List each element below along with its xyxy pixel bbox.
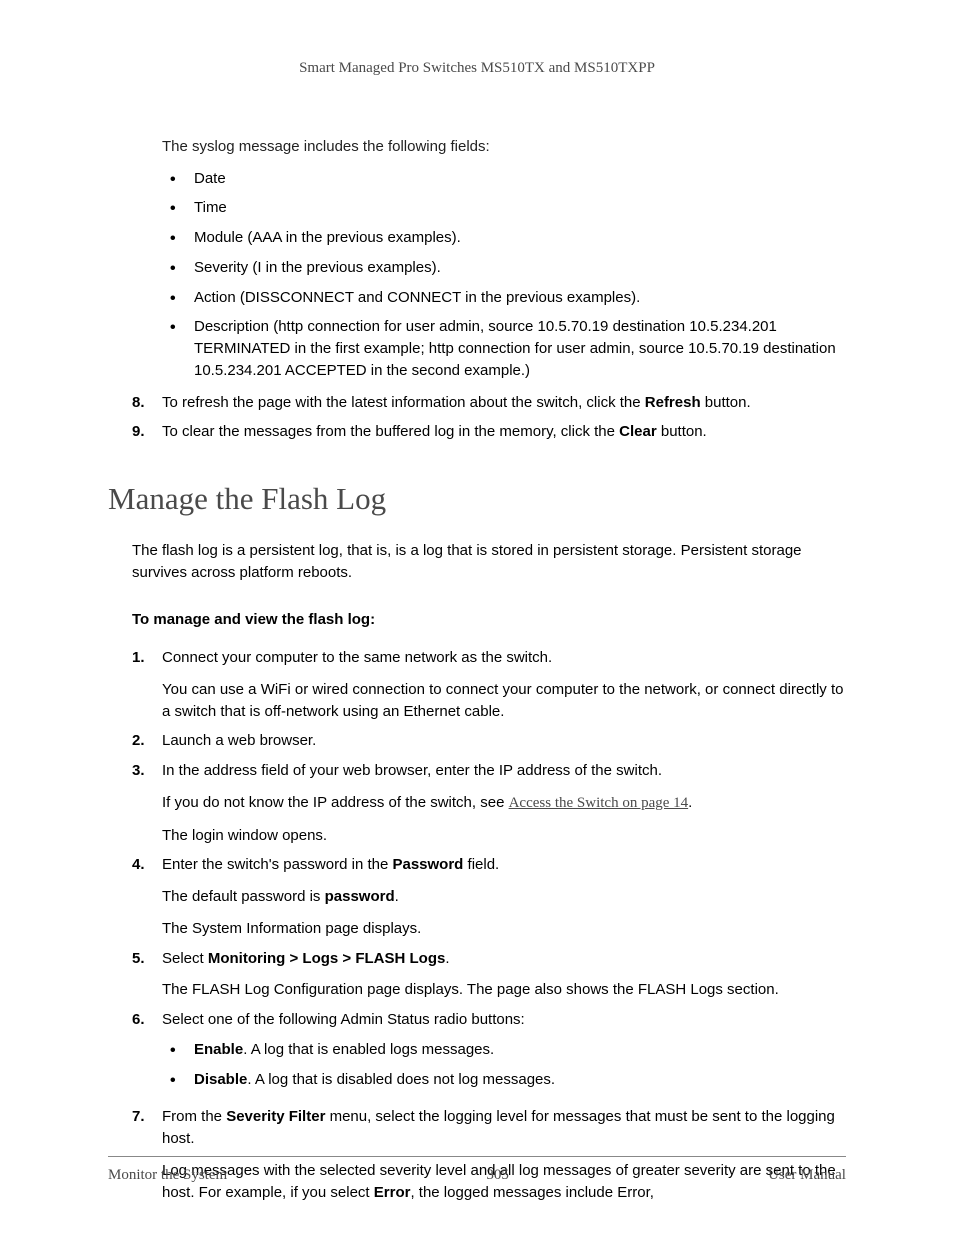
footer-right: User Manual [768, 1165, 846, 1187]
text: . [445, 950, 449, 967]
step-number: 4. [132, 854, 162, 939]
step-body: From the Severity Filter menu, select th… [162, 1106, 846, 1203]
list-item: Module (AAA in the previous examples). [162, 227, 846, 249]
field-list: Date Time Module (AAA in the previous ex… [162, 168, 846, 382]
text: To refresh the page with the latest info… [162, 394, 645, 411]
step-body: To refresh the page with the latest info… [162, 392, 846, 414]
text: The FLASH Log Configuration page display… [162, 979, 846, 1001]
text: The default password is [162, 888, 325, 905]
step-body: Launch a web browser. [162, 730, 846, 752]
step-body: Enter the switch's password in the Passw… [162, 854, 846, 939]
text: button. [701, 394, 751, 411]
step-number: 2. [132, 730, 162, 752]
text: Connect your computer to the same networ… [162, 649, 552, 666]
text: In the address field of your web browser… [162, 762, 662, 779]
sub-list: Enable. A log that is enabled logs messa… [162, 1039, 846, 1091]
text: If you do not know the IP address of the… [162, 794, 509, 811]
page-footer: Monitor the System 305 User Manual [108, 1165, 846, 1187]
text: Launch a web browser. [162, 732, 316, 749]
step-8: 8. To refresh the page with the latest i… [132, 392, 846, 414]
step-number: 7. [132, 1106, 162, 1203]
text: If you do not know the IP address of the… [162, 792, 846, 815]
bold-text: Severity Filter [226, 1108, 325, 1125]
document-page: Smart Managed Pro Switches MS510TX and M… [0, 0, 954, 1235]
list-item: Action (DISSCONNECT and CONNECT in the p… [162, 287, 846, 309]
section-intro: The flash log is a persistent log, that … [132, 540, 846, 584]
text: To clear the messages from the buffered … [162, 423, 619, 440]
page-header: Smart Managed Pro Switches MS510TX and M… [108, 58, 846, 80]
step-number: 3. [132, 760, 162, 846]
step-body: Connect your computer to the same networ… [162, 647, 846, 722]
step-number: 5. [132, 948, 162, 1002]
text: Select [162, 950, 208, 967]
step-1: 1. Connect your computer to the same net… [132, 647, 846, 722]
list-item: Description (http connection for user ad… [162, 316, 846, 381]
text: . [688, 794, 692, 811]
step-7: 7. From the Severity Filter menu, select… [132, 1106, 846, 1203]
bold-text: Enable [194, 1041, 243, 1058]
bold-text: Refresh [645, 394, 701, 411]
intro-paragraph: The syslog message includes the followin… [162, 136, 846, 158]
text: . A log that is disabled does not log me… [247, 1071, 555, 1088]
list-item: Disable. A log that is disabled does not… [162, 1069, 846, 1091]
bold-text: Clear [619, 423, 657, 440]
text: field. [463, 856, 499, 873]
text: The default password is password. [162, 886, 846, 908]
text: Select one of the following Admin Status… [162, 1011, 525, 1028]
step-5: 5. Select Monitoring > Logs > FLASH Logs… [132, 948, 846, 1002]
step-number: 1. [132, 647, 162, 722]
text: The System Information page displays. [162, 918, 846, 940]
text: From the [162, 1108, 226, 1125]
step-body: Select Monitoring > Logs > FLASH Logs. T… [162, 948, 846, 1002]
list-item: Time [162, 197, 846, 219]
text: You can use a WiFi or wired connection t… [162, 679, 846, 723]
bold-text: Password [392, 856, 463, 873]
step-body: To clear the messages from the buffered … [162, 421, 846, 443]
step-number: 9. [132, 421, 162, 443]
text: button. [657, 423, 707, 440]
step-3: 3. In the address field of your web brow… [132, 760, 846, 846]
list-item: Severity (I in the previous examples). [162, 257, 846, 279]
footer-left: Monitor the System [108, 1165, 227, 1187]
bold-text: password [325, 888, 395, 905]
step-body: In the address field of your web browser… [162, 760, 846, 846]
procedure-heading: To manage and view the flash log: [132, 609, 846, 631]
page-number: 305 [486, 1165, 509, 1187]
text: Enter the switch's password in the [162, 856, 392, 873]
bold-text: Monitoring > Logs > FLASH Logs [208, 950, 446, 967]
bold-text: Disable [194, 1071, 247, 1088]
step-body: Select one of the following Admin Status… [162, 1009, 846, 1098]
section-heading: Manage the Flash Log [108, 477, 846, 522]
text: . [395, 888, 399, 905]
step-4: 4. Enter the switch's password in the Pa… [132, 854, 846, 939]
step-6: 6. Select one of the following Admin Sta… [132, 1009, 846, 1098]
footer-divider [108, 1156, 846, 1157]
step-number: 8. [132, 392, 162, 414]
step-number: 6. [132, 1009, 162, 1098]
cross-ref-link[interactable]: Access the Switch on page 14 [509, 795, 689, 811]
step-2: 2. Launch a web browser. [132, 730, 846, 752]
list-item: Date [162, 168, 846, 190]
list-item: Enable. A log that is enabled logs messa… [162, 1039, 846, 1061]
text: . A log that is enabled logs messages. [243, 1041, 494, 1058]
text: The login window opens. [162, 825, 846, 847]
step-9: 9. To clear the messages from the buffer… [132, 421, 846, 443]
